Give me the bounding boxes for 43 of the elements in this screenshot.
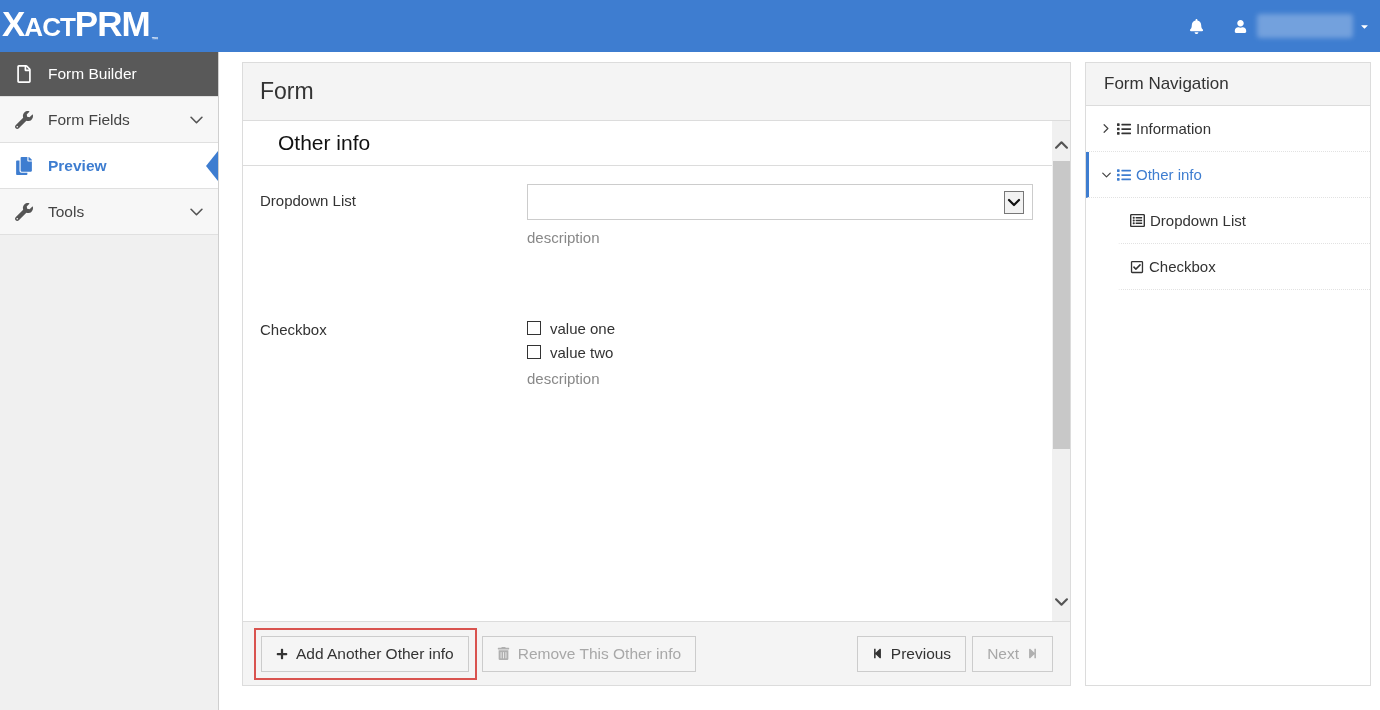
file-icon bbox=[15, 65, 33, 83]
scrollbar-thumb[interactable] bbox=[1052, 161, 1070, 449]
option-label: value one bbox=[550, 319, 616, 337]
previous-button[interactable]: Previous bbox=[856, 635, 967, 672]
dropdown-field[interactable] bbox=[527, 184, 1033, 220]
wrench-icon bbox=[15, 110, 33, 129]
tree-item[interactable]: Checkbox bbox=[1118, 244, 1370, 290]
checkbox[interactable] bbox=[527, 321, 541, 335]
selected-pointer-icon bbox=[206, 150, 218, 181]
list-icon bbox=[1117, 121, 1131, 136]
scrollbar[interactable] bbox=[1052, 121, 1070, 621]
documents-icon bbox=[15, 156, 33, 175]
add-button[interactable]: Add Another Other info bbox=[261, 635, 469, 672]
scroll-up-icon[interactable] bbox=[1054, 141, 1068, 149]
field-label: Checkbox bbox=[260, 320, 327, 338]
chevron-icon[interactable] bbox=[1103, 124, 1109, 133]
field-description: description bbox=[527, 229, 600, 246]
bell-icon[interactable] bbox=[1189, 18, 1204, 34]
checkbox[interactable] bbox=[527, 345, 541, 359]
sidebar-item[interactable]: Form Builder bbox=[0, 52, 218, 97]
sidebar-item[interactable]: Preview bbox=[0, 143, 218, 189]
user-icon[interactable] bbox=[1234, 19, 1247, 33]
plus-icon bbox=[276, 647, 288, 660]
checked-box-icon bbox=[1130, 259, 1144, 274]
navigation-title: Form Navigation bbox=[1104, 74, 1229, 94]
list-icon bbox=[1117, 167, 1131, 182]
sidebar-item[interactable]: Form Fields bbox=[0, 97, 218, 143]
field-description: description bbox=[527, 370, 600, 387]
wrench-icon bbox=[15, 202, 33, 221]
field-label: Dropdown List bbox=[260, 191, 356, 209]
tree-item[interactable]: Information bbox=[1086, 106, 1370, 152]
section-title: Other info bbox=[278, 131, 371, 155]
scroll-down-icon[interactable] bbox=[1054, 598, 1068, 606]
option-label: value two bbox=[550, 343, 614, 361]
tree-item[interactable]: Other info bbox=[1086, 152, 1370, 198]
list-box-icon bbox=[1130, 213, 1145, 228]
chevron-icon[interactable] bbox=[1101, 171, 1111, 178]
form-title: Form bbox=[260, 78, 314, 105]
step-back-icon bbox=[871, 648, 883, 659]
tree-item[interactable]: Dropdown List bbox=[1118, 198, 1370, 244]
sidebar-item[interactable]: Tools bbox=[0, 189, 218, 235]
trash-icon bbox=[496, 647, 510, 660]
step-forward-icon bbox=[1027, 648, 1038, 659]
